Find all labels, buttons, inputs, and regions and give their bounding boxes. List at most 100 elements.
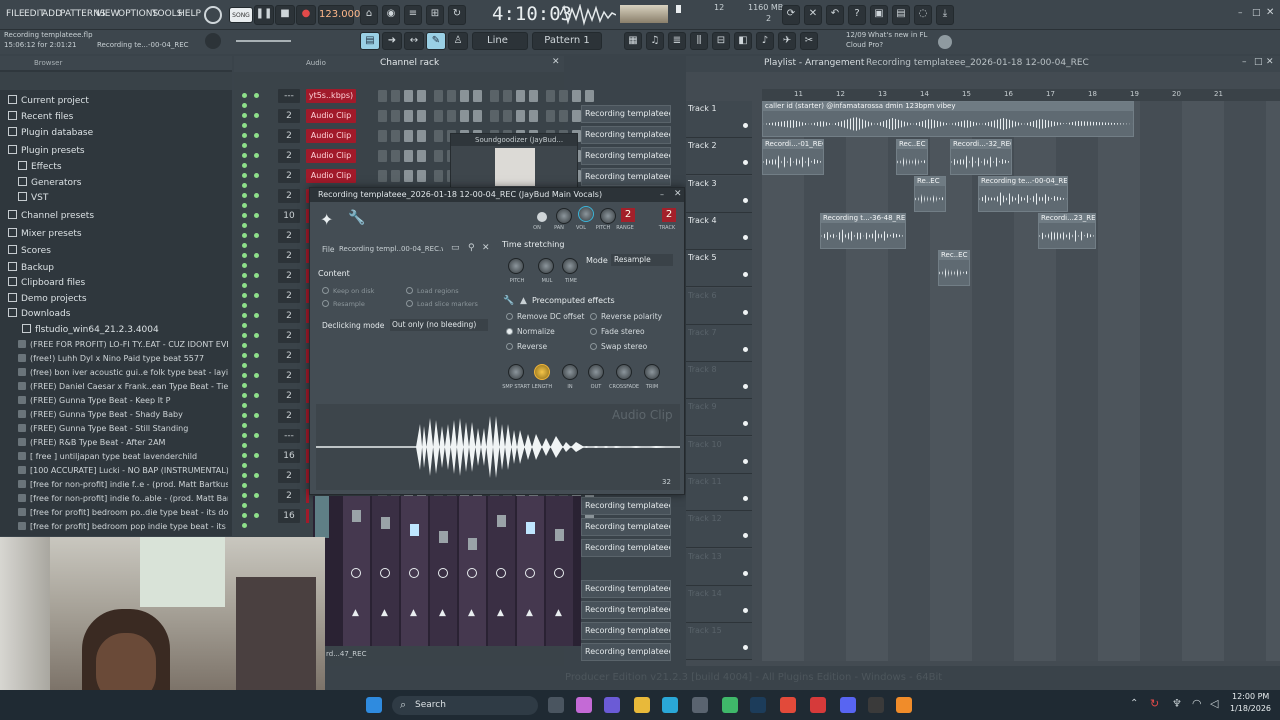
master-volume-slider[interactable] <box>236 40 291 42</box>
menu-file[interactable]: FILE <box>6 9 25 19</box>
step-pad[interactable] <box>503 90 512 102</box>
step-pad[interactable] <box>404 170 413 182</box>
plugin-picker-icon[interactable]: ◧ <box>734 32 752 50</box>
channel-mute-dots[interactable] <box>242 251 272 268</box>
clock-time[interactable]: 12:00 PM <box>1232 692 1269 701</box>
step-pad[interactable] <box>378 130 387 142</box>
download-icon[interactable]: ⤓ <box>936 5 954 25</box>
ts-mul-knob[interactable] <box>538 258 554 274</box>
step-pad[interactable] <box>404 130 413 142</box>
mixer-strip[interactable]: ▲ <box>488 496 515 646</box>
clock-date[interactable]: 1/18/2026 <box>1230 704 1271 713</box>
channel-mixer-track[interactable]: 16 <box>278 509 300 523</box>
pattern-select[interactable]: Pattern 1 <box>532 32 602 50</box>
send-arrow-icon[interactable]: ▲ <box>381 608 388 618</box>
browser-folder-item[interactable]: Current project <box>8 94 218 109</box>
master-pitch-knob[interactable] <box>205 33 221 49</box>
file-explorer-icon[interactable] <box>634 697 650 713</box>
step-pad[interactable] <box>404 90 413 102</box>
browser-file-item[interactable]: [free for profit] bedroom po..die type b… <box>18 505 228 520</box>
playlist-audio-clip[interactable]: Rec..EC <box>938 250 970 286</box>
waveform-view[interactable]: Audio Clip 32 <box>316 404 680 490</box>
channel-mixer-track[interactable]: 2 <box>278 169 300 183</box>
browser-file-item[interactable]: (FREE) Gunna Type Beat - Still Standing <box>18 421 228 436</box>
playlist-audio-clip[interactable]: Re..EC <box>914 176 946 212</box>
mixer-strip[interactable]: ▲ <box>517 496 544 646</box>
step-pad[interactable] <box>391 130 400 142</box>
send-arrow-icon[interactable]: ▲ <box>352 608 359 618</box>
channel-mute-dots[interactable] <box>242 411 272 428</box>
channel-mixer-track[interactable]: 2 <box>278 109 300 123</box>
channel-mute-dots[interactable] <box>242 231 272 248</box>
channel-mixer-track[interactable]: 2 <box>278 289 300 303</box>
step-pad[interactable] <box>559 110 568 122</box>
tempo-display[interactable]: 123.000 <box>318 5 360 25</box>
channel-mixer-track[interactable]: 2 <box>278 489 300 503</box>
channel-filter[interactable]: Audio <box>306 59 326 67</box>
fx-option[interactable]: Swap stereo <box>590 342 647 351</box>
browser-folder-item[interactable]: Scores <box>8 244 218 259</box>
app2-icon[interactable] <box>810 697 826 713</box>
step-pad[interactable] <box>404 150 413 162</box>
fader-handle[interactable] <box>381 517 390 529</box>
route-knob-icon[interactable] <box>380 568 390 578</box>
route-knob-icon[interactable] <box>438 568 448 578</box>
fx-option[interactable]: Fade stereo <box>590 327 645 336</box>
copilot-icon[interactable] <box>576 697 592 713</box>
step-pad[interactable] <box>404 110 413 122</box>
snap-select[interactable]: Line <box>472 32 528 50</box>
browser-folder-item[interactable]: Channel presets <box>8 209 218 224</box>
countdown-icon[interactable]: ≡ <box>404 5 422 25</box>
pause-button[interactable]: ❚❚ <box>254 5 274 25</box>
channel-mute-dots[interactable] <box>242 391 272 408</box>
pitch-knob[interactable] <box>600 208 616 224</box>
browser-folder-item[interactable]: Plugin presets <box>8 144 218 159</box>
fader-handle[interactable] <box>439 531 448 543</box>
channel-mute-dots[interactable] <box>242 291 272 308</box>
step-pad[interactable] <box>585 90 594 102</box>
refresh-icon[interactable]: ⟳ <box>782 5 800 25</box>
range-value[interactable]: 2 <box>621 208 635 222</box>
step-pad[interactable] <box>490 90 499 102</box>
step-pad[interactable] <box>434 170 443 182</box>
fx-option[interactable]: Remove DC offset <box>506 312 584 321</box>
browser-folder-item[interactable]: Recent files <box>8 110 218 125</box>
channel-mute-dots[interactable] <box>242 151 272 168</box>
task-view-icon[interactable] <box>548 697 564 713</box>
chat-icon[interactable]: ◌ <box>914 5 932 25</box>
piano-roll-button[interactable]: ↔ <box>404 32 424 50</box>
piano-roll-icon[interactable]: ♫ <box>646 32 664 50</box>
mixer-strip[interactable]: ▲ <box>430 496 457 646</box>
fx-knob[interactable] <box>562 364 578 380</box>
file-value[interactable]: Recording templ..00-04_REC.wav <box>339 245 443 253</box>
channel-rack-icon[interactable]: ≣ <box>668 32 686 50</box>
record-button[interactable]: ● <box>296 5 316 25</box>
step-pad[interactable] <box>378 150 387 162</box>
steam-icon[interactable] <box>750 697 766 713</box>
tray-app-icon[interactable]: ↻ <box>1150 697 1159 710</box>
step-pad[interactable] <box>434 90 443 102</box>
pitch-knob-icon[interactable] <box>676 5 681 13</box>
step-pad[interactable] <box>417 170 426 182</box>
volume-knob[interactable] <box>578 206 594 222</box>
channel-mute-dots[interactable] <box>242 511 272 528</box>
app-icon[interactable] <box>722 697 738 713</box>
channel-mixer-track[interactable]: 2 <box>278 309 300 323</box>
fx-knob[interactable] <box>616 364 632 380</box>
route-knob-icon[interactable] <box>409 568 419 578</box>
step-pad[interactable] <box>417 150 426 162</box>
step-pad[interactable] <box>516 110 525 122</box>
channel-settings-icon[interactable]: ✦ <box>320 210 333 229</box>
step-pad[interactable] <box>503 110 512 122</box>
keep-on-disk-option[interactable]: Keep on disk <box>322 287 374 295</box>
channel-row[interactable]: 2 Audio Clip <box>234 106 594 128</box>
step-pad[interactable] <box>391 170 400 182</box>
browser-folder-item[interactable]: Mixer presets <box>8 227 218 242</box>
mixer-strip[interactable]: ▲ <box>546 496 573 646</box>
maximize-icon[interactable]: □ <box>1252 8 1261 18</box>
ts-time-knob[interactable] <box>562 258 578 274</box>
channel-mute-dots[interactable] <box>242 131 272 148</box>
route-knob-icon[interactable] <box>496 568 506 578</box>
send-arrow-icon[interactable]: ▲ <box>439 608 446 618</box>
playlist-view-button[interactable]: ▤ <box>360 32 380 50</box>
